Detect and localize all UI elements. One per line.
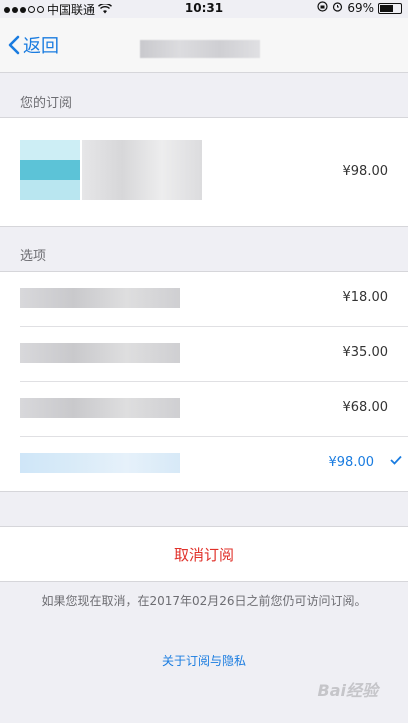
option-price: ¥98.00 bbox=[328, 455, 375, 470]
option-name-redacted bbox=[20, 453, 180, 473]
option-price: ¥18.00 bbox=[342, 290, 389, 305]
option-price: ¥35.00 bbox=[342, 345, 389, 360]
rotation-lock-icon bbox=[317, 1, 328, 15]
option-row[interactable]: ¥68.00 bbox=[20, 382, 408, 437]
option-row[interactable]: ¥18.00 bbox=[20, 272, 408, 327]
subscription-price: ¥98.00 bbox=[342, 164, 389, 179]
alarm-icon bbox=[332, 1, 343, 15]
subscription-section-title: 您的订阅 bbox=[20, 96, 73, 111]
options-section-title: 选项 bbox=[20, 249, 47, 264]
status-bar: 中国联通 10:31 69% bbox=[0, 0, 408, 18]
nav-title-redacted bbox=[140, 40, 260, 58]
checkmark-icon bbox=[390, 453, 402, 469]
status-right: 69% bbox=[317, 1, 402, 15]
watermark-logo: Bai经验 bbox=[317, 681, 378, 700]
subscription-card[interactable]: ¥98.00 bbox=[0, 117, 408, 227]
navigation-bar: 返回 bbox=[0, 18, 408, 73]
app-thumbnail-redacted bbox=[20, 140, 80, 200]
battery-percent: 69% bbox=[347, 1, 374, 15]
option-row-selected[interactable]: ¥98.00 bbox=[20, 437, 408, 491]
back-label: 返回 bbox=[23, 36, 59, 57]
battery-icon bbox=[378, 2, 402, 14]
option-name-redacted bbox=[20, 288, 180, 308]
privacy-link[interactable]: 关于订阅与隐私 bbox=[0, 652, 408, 669]
back-button[interactable]: 返回 bbox=[8, 32, 59, 58]
cancel-section: 取消订阅 bbox=[0, 526, 408, 582]
cancel-subscription-button[interactable]: 取消订阅 bbox=[0, 527, 408, 581]
option-name-redacted bbox=[20, 343, 180, 363]
subscription-name-redacted bbox=[82, 140, 202, 200]
option-row[interactable]: ¥35.00 bbox=[20, 327, 408, 382]
options-list: ¥18.00 ¥35.00 ¥68.00 ¥98.00 bbox=[0, 271, 408, 492]
option-price: ¥68.00 bbox=[342, 400, 389, 415]
cancel-note: 如果您现在取消，在2017年02月26日之前您仍可访问订阅。 bbox=[41, 594, 367, 608]
option-name-redacted bbox=[20, 398, 180, 418]
chevron-left-icon bbox=[8, 35, 20, 55]
